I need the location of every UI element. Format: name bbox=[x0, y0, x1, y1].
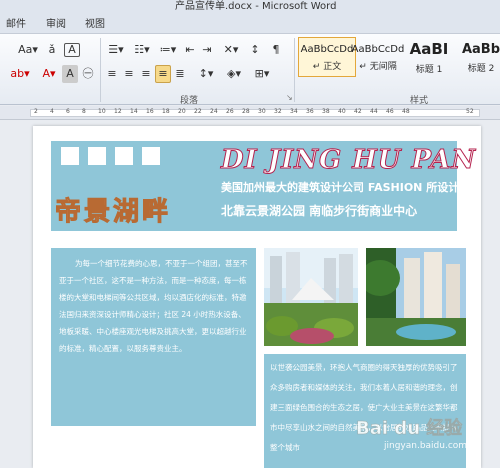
chinese-layout-button[interactable]: ✕▾ bbox=[220, 41, 242, 59]
ruler-number: 28 bbox=[242, 108, 250, 115]
ruler-number: 40 bbox=[338, 108, 346, 115]
numbering-button[interactable]: ☷▾ bbox=[130, 41, 154, 59]
ruler-number: 12 bbox=[114, 108, 122, 115]
ruler-number: 32 bbox=[274, 108, 282, 115]
shading-button[interactable]: ◈▾ bbox=[222, 65, 246, 83]
decorative-square bbox=[61, 147, 79, 165]
multilevel-list-button[interactable]: ≔▾ bbox=[156, 41, 180, 59]
show-marks-icon[interactable]: ¶ bbox=[267, 41, 285, 59]
ruler-number: 20 bbox=[178, 108, 186, 115]
ruler-number: 2 bbox=[34, 108, 38, 115]
header-banner[interactable]: DI JING HU PAN 帝景湖畔 美国加州最大的建筑设计公司 FASHIO… bbox=[51, 141, 476, 231]
decorative-square bbox=[88, 147, 106, 165]
style-no-spacing-label: ↵ 无间隔 bbox=[359, 62, 397, 72]
decrease-indent-icon[interactable]: ⇤ bbox=[182, 41, 198, 59]
ruler-number: 26 bbox=[226, 108, 234, 115]
banner-subtitle-2: 北靠云景湖公园 南临步行街商业中心 bbox=[221, 204, 418, 218]
ruler-number: 22 bbox=[194, 108, 202, 115]
grow-font-button[interactable]: Aa▾ bbox=[17, 41, 39, 59]
decorative-square bbox=[115, 147, 133, 165]
sort-icon[interactable]: ↕ bbox=[246, 41, 264, 59]
ruler-number: 38 bbox=[322, 108, 330, 115]
ribbon: Aa▾ ǎ A ab▾ A▾ A ㊀ ☰▾ ☷▾ ≔▾ ⇤ ⇥ ✕▾ ↕ ¶ ≡… bbox=[0, 33, 500, 106]
building-photo-1[interactable] bbox=[264, 248, 358, 346]
ruler-number: 18 bbox=[162, 108, 170, 115]
ruler-number: 34 bbox=[290, 108, 298, 115]
ruler-number: 14 bbox=[130, 108, 138, 115]
dialog-launcher-icon[interactable]: ↘ bbox=[286, 93, 293, 102]
ruler-number: 46 bbox=[386, 108, 394, 115]
window-title: 产品宣传单.docx - Microsoft Word bbox=[175, 1, 337, 11]
line-spacing-button[interactable]: ↕▾ bbox=[194, 65, 218, 83]
group-separator bbox=[294, 38, 295, 102]
highlight-color-button[interactable]: ab▾ bbox=[6, 65, 34, 83]
horizontal-ruler[interactable]: 2 4 6 8 10 12 14 16 18 20 22 24 26 28 30… bbox=[0, 106, 500, 120]
tab-mailings[interactable]: 邮件 bbox=[6, 15, 26, 30]
watermark-url: jingyan.baidu.com bbox=[384, 441, 468, 451]
ruler-number: 52 bbox=[466, 108, 474, 115]
group-separator bbox=[100, 38, 101, 102]
ruler-number: 10 bbox=[98, 108, 106, 115]
phonetic-guide-icon[interactable]: ǎ bbox=[44, 41, 60, 59]
styles-group-label: 样式 bbox=[410, 96, 429, 106]
paragraph-group-label: 段落 bbox=[180, 96, 199, 106]
building-photo-2[interactable] bbox=[366, 248, 466, 346]
align-left-icon[interactable]: ≡ bbox=[104, 65, 120, 83]
align-right-icon[interactable]: ≡ bbox=[138, 65, 154, 83]
watermark-logo: Bai du 经验 bbox=[356, 418, 463, 440]
title-bar: 产品宣传单.docx - Microsoft Word bbox=[0, 0, 500, 11]
tab-view[interactable]: 视图 bbox=[85, 15, 105, 30]
banner-title: DI JING HU PAN bbox=[220, 145, 477, 176]
ruler-number: 30 bbox=[258, 108, 266, 115]
character-border-icon[interactable]: A bbox=[64, 43, 80, 57]
style-no-spacing[interactable]: AaBbCcDd ↵ 无间隔 bbox=[349, 37, 407, 77]
borders-button[interactable]: ⊞▾ bbox=[250, 65, 274, 83]
tab-review[interactable]: 审阅 bbox=[46, 15, 66, 30]
increase-indent-icon[interactable]: ⇥ bbox=[199, 41, 215, 59]
character-shading-icon[interactable]: A bbox=[62, 65, 78, 83]
align-center-icon[interactable]: ≡ bbox=[121, 65, 137, 83]
ruler-number: 36 bbox=[306, 108, 314, 115]
enclose-characters-icon[interactable]: ㊀ bbox=[80, 65, 96, 83]
ruler-number: 42 bbox=[354, 108, 362, 115]
banner-subtitle-1: 美国加州最大的建筑设计公司 FASHION 所设计 bbox=[221, 181, 460, 194]
font-color-button[interactable]: A▾ bbox=[38, 65, 60, 83]
distributed-icon[interactable]: ≣ bbox=[172, 65, 188, 83]
ribbon-tabs: 邮件 审阅 视图 bbox=[0, 11, 500, 33]
intro-text-box[interactable]: 为每一个细节花费的心思，不亚于一个组团，甚至不亚于一个社区，这不是一种方法，而是… bbox=[51, 248, 256, 426]
decorative-square bbox=[142, 147, 160, 165]
style-heading-2[interactable]: AaBb 标题 2 bbox=[452, 37, 500, 77]
ruler-number: 24 bbox=[210, 108, 218, 115]
ruler-number: 44 bbox=[370, 108, 378, 115]
style-normal[interactable]: AaBbCcDd ↵ 正文 bbox=[298, 37, 356, 77]
ruler-number: 6 bbox=[66, 108, 70, 115]
style-normal-label: ↵ 正文 bbox=[312, 62, 342, 72]
ruler-number: 48 bbox=[402, 108, 410, 115]
banner-chinese-title: 帝景湖畔 bbox=[54, 197, 172, 228]
ruler-number: 8 bbox=[82, 108, 86, 115]
style-heading-1[interactable]: AaBI 标题 1 bbox=[400, 37, 458, 77]
ruler-number: 4 bbox=[50, 108, 54, 115]
justify-icon[interactable]: ≡ bbox=[155, 65, 171, 83]
bullets-button[interactable]: ☰▾ bbox=[104, 41, 128, 59]
ruler-number: 16 bbox=[146, 108, 154, 115]
